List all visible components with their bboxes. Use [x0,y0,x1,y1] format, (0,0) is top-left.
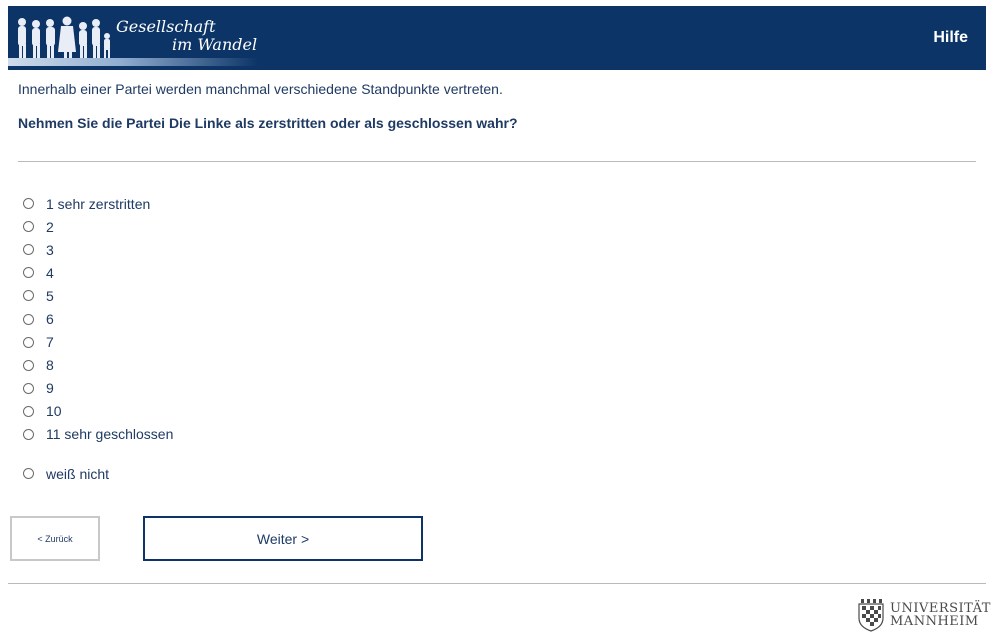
site-logo: Gesellschaft im Wandel [116,18,257,54]
back-button[interactable]: < Zurück [10,516,100,561]
option-4[interactable]: 4 [20,261,420,284]
option-3[interactable]: 3 [20,238,420,261]
people-silhouettes-icon [18,16,110,58]
option-dont-know[interactable]: weiß nicht [20,462,420,485]
logo-line-1: Gesellschaft [116,17,216,36]
radio-button[interactable] [23,313,34,325]
question-text: Nehmen Sie die Partei Die Linke als zers… [18,115,518,131]
option-5[interactable]: 5 [20,284,420,307]
option-10[interactable]: 10 [20,400,420,423]
next-button[interactable]: Weiter > [143,516,423,561]
radio-button[interactable] [23,244,34,256]
option-label: 6 [46,311,54,328]
option-label: 3 [46,241,54,258]
question-intro: Innerhalb einer Partei werden manchmal v… [18,81,503,97]
option-2[interactable]: 2 [20,215,420,238]
radio-button[interactable] [23,405,34,417]
option-label: 5 [46,287,54,304]
help-link[interactable]: Hilfe [933,29,968,47]
option-label: 4 [46,264,54,281]
option-label: 1 sehr zerstritten [46,195,151,212]
university-name: UNIVERSITÄT MANNHEIM [890,602,991,628]
crest-icon [858,599,884,632]
option-6[interactable]: 6 [20,307,420,330]
option-11[interactable]: 11 sehr geschlossen [20,423,420,446]
option-9[interactable]: 9 [20,377,420,400]
radio-button[interactable] [23,359,34,371]
option-label: 9 [46,380,54,397]
university-logo: UNIVERSITÄT MANNHEIM [856,598,991,632]
answer-options: 1 sehr zerstritten 2 3 4 5 6 7 8 9 10 11… [20,192,420,485]
option-label: 10 [46,403,62,420]
radio-button[interactable] [23,267,34,279]
radio-button[interactable] [23,198,34,210]
option-7[interactable]: 7 [20,331,420,354]
radio-button[interactable] [23,336,34,348]
option-label: 8 [46,357,54,374]
option-label: weiß nicht [46,465,110,482]
header-banner: Gesellschaft im Wandel Hilfe [8,6,986,70]
option-label: 11 sehr geschlossen [46,426,174,443]
radio-button[interactable] [23,290,34,302]
radio-button[interactable] [23,382,34,394]
radio-button[interactable] [23,468,34,480]
radio-button[interactable] [23,428,34,440]
logo-line-2: im Wandel [172,35,258,54]
option-label: 2 [46,218,54,235]
logo-stripe [8,58,258,66]
question-divider [18,161,976,162]
option-8[interactable]: 8 [20,354,420,377]
option-label: 7 [46,334,54,351]
university-line-2: MANNHEIM [890,614,979,629]
radio-button[interactable] [23,221,34,233]
option-1[interactable]: 1 sehr zerstritten [20,192,420,215]
footer-divider [8,583,986,584]
